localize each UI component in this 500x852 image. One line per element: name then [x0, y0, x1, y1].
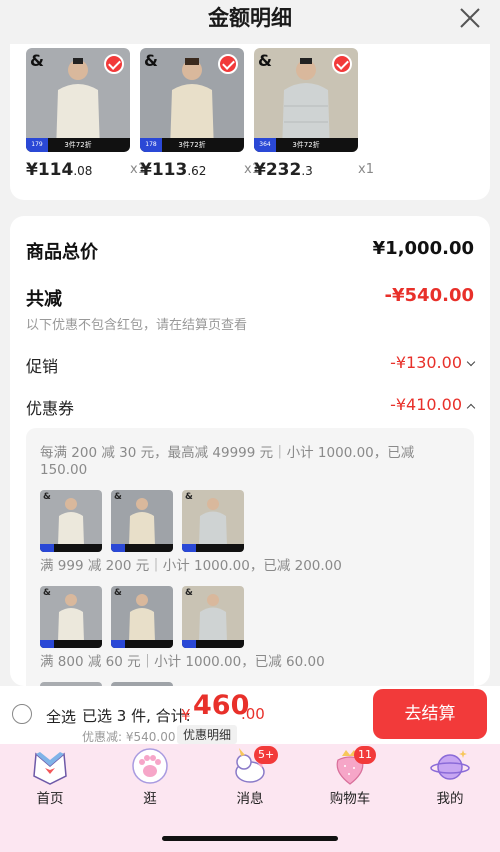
product-price: ¥232.3 — [254, 160, 313, 180]
selected-check-icon[interactable] — [332, 54, 352, 74]
coupon-row[interactable]: 优惠券 -¥410.00 — [26, 395, 476, 418]
selected-check-icon[interactable] — [104, 54, 124, 74]
select-all-label[interactable]: 全选 — [46, 706, 76, 727]
tab-cart[interactable]: 11 购物车 — [300, 744, 400, 814]
coupon-product-thumb: & — [40, 586, 102, 648]
tab-label: 消息 — [236, 791, 264, 807]
message-badge: 5+ — [254, 746, 279, 764]
product-image[interactable]: & 3件72折 364 — [254, 48, 358, 152]
brand-logo: & — [258, 51, 272, 70]
product-item[interactable]: & 3件72折 179 — [26, 48, 130, 152]
total-reduce-label: 共减 — [26, 289, 62, 310]
product-item[interactable]: & 3件72折 364 — [254, 48, 358, 152]
chevron-down-icon[interactable] — [466, 357, 476, 367]
checkout-button[interactable]: 去结算 — [373, 689, 487, 739]
discount-summary: 优惠减: ¥540.00 — [82, 730, 176, 744]
tab-label: 首页 — [36, 791, 64, 807]
product-price-row: ¥232.3 x1 — [254, 160, 404, 182]
discount-detail-button[interactable]: 优惠明细 — [177, 725, 238, 744]
total-reduce-row: 共减 -¥540.00 — [26, 285, 474, 310]
promo-value-wrap: -¥130.00 — [390, 353, 476, 372]
product-image[interactable]: & 3件72折 179 — [26, 48, 130, 152]
close-icon[interactable] — [458, 6, 482, 30]
cart-badge: 11 — [354, 746, 376, 764]
total-amount-decimal: .00 — [241, 705, 265, 723]
coupon-product-thumb: & — [111, 490, 173, 552]
coupon-product-thumb: & — [111, 586, 173, 648]
tab-messages[interactable]: 5+ 消息 — [200, 744, 300, 814]
planet-icon — [430, 750, 470, 780]
promo-row[interactable]: 促销 -¥130.00 — [26, 353, 476, 376]
price-tag: 364 — [254, 138, 276, 152]
price-tag: 179 — [26, 138, 48, 152]
tab-home[interactable]: 首页 — [0, 744, 100, 814]
promo-label: 促销 — [26, 357, 59, 376]
home-indicator — [162, 836, 338, 841]
sheet-title: 金额明细 — [208, 6, 292, 30]
product-image[interactable]: & 3件72折 178 — [140, 48, 244, 152]
tab-bar: 首页 逛 5+ 消息 11 购物车 我的 — [0, 744, 500, 852]
selected-count: 已选 3 件, 合计: — [82, 707, 191, 725]
coupon-value-wrap: -¥410.00 — [390, 395, 476, 414]
coupon-product-thumb: & — [182, 586, 244, 648]
product-item[interactable]: & 3件72折 178 — [140, 48, 244, 152]
coupon-product-thumb: & — [40, 490, 102, 552]
product-price: ¥113.62 — [140, 160, 207, 180]
coupon-rule: 满 800 减 60 元｜小计 1000.00，已减 60.00 — [40, 654, 325, 670]
tab-profile[interactable]: 我的 — [400, 744, 500, 814]
product-qty: x1 — [358, 162, 374, 177]
coupon-detail-box: 每满 200 减 30 元，最高减 49999 元｜小计 1000.00，已减 … — [26, 428, 474, 686]
coupon-rule: 每满 200 减 30 元，最高减 49999 元｜小计 1000.00，已减 … — [40, 445, 415, 478]
coupon-rule: 满 999 减 200 元｜小计 1000.00，已减 200.00 — [40, 558, 342, 574]
checkout-bar: 全选 已选 3 件, 合计: ¥ 460 .00 优惠减: ¥540.00 优惠… — [0, 686, 500, 744]
coupon-label: 优惠券 — [26, 399, 75, 418]
tab-label: 购物车 — [329, 791, 371, 807]
total-reduce-value: -¥540.00 — [384, 285, 474, 306]
products-card: & 3件72折 179 ¥114.08 x1 & 3件72折 178 ¥113.… — [10, 44, 490, 200]
summary-card: 商品总价 ¥1,000.00 共减 -¥540.00 以下优惠不包含红包，请在结… — [10, 216, 490, 686]
brand-logo: & — [30, 51, 44, 70]
coupon-value: -¥410.00 — [390, 395, 462, 414]
paw-icon — [132, 748, 168, 784]
total-price-value: ¥1,000.00 — [372, 238, 474, 259]
total-price-row: 商品总价 ¥1,000.00 — [26, 238, 474, 263]
promo-value: -¥130.00 — [390, 353, 462, 372]
product-price: ¥114.08 — [26, 160, 93, 180]
tab-browse[interactable]: 逛 — [100, 744, 200, 814]
sailor-collar-icon — [33, 752, 67, 785]
brand-logo: & — [144, 51, 158, 70]
total-currency: ¥ — [181, 706, 191, 724]
sheet-header: 金额明细 — [0, 0, 500, 44]
chevron-up-icon[interactable] — [466, 403, 476, 413]
tab-label: 逛 — [143, 791, 157, 807]
tab-label: 我的 — [436, 791, 464, 807]
selected-check-icon[interactable] — [218, 54, 238, 74]
price-tag: 178 — [140, 138, 162, 152]
discount-note: 以下优惠不包含红包，请在结算页查看 — [26, 318, 248, 333]
select-all-radio[interactable] — [12, 704, 32, 724]
total-price-label: 商品总价 — [26, 242, 98, 263]
coupon-product-thumb: & — [182, 490, 244, 552]
